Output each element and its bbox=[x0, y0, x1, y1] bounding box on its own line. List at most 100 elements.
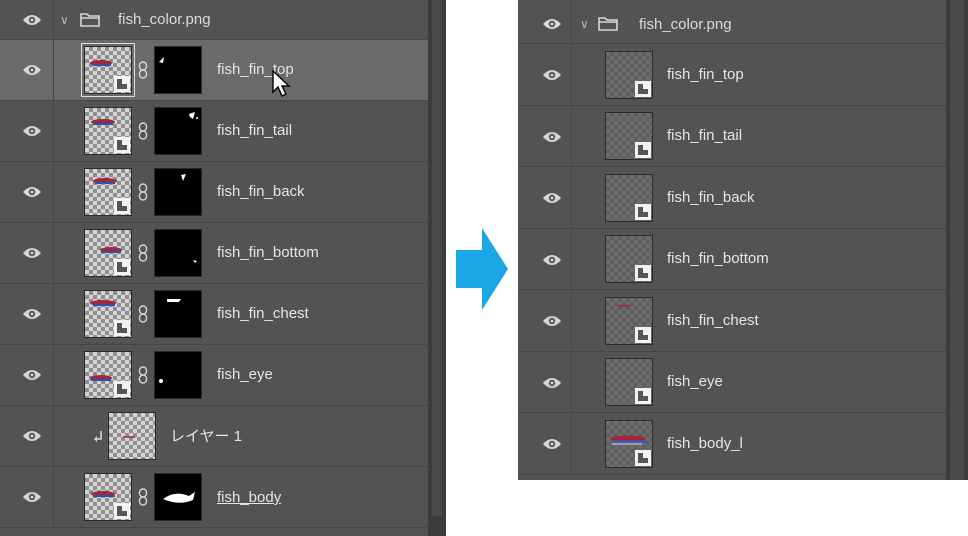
row-divider bbox=[53, 40, 54, 100]
layer-thumbnail[interactable] bbox=[84, 290, 132, 338]
layer-name[interactable]: fish_fin_bottom bbox=[667, 250, 769, 268]
layer-mask-thumbnail[interactable] bbox=[154, 168, 202, 216]
chain-link-icon[interactable] bbox=[138, 122, 148, 140]
layer-row-fish-fin-back[interactable]: fish_fin_back bbox=[518, 167, 946, 229]
layer-thumbnail[interactable] bbox=[84, 473, 132, 521]
eye-icon[interactable] bbox=[22, 63, 42, 77]
scrollbar-thumb[interactable] bbox=[950, 0, 964, 480]
layer-name[interactable]: fish_fin_back bbox=[217, 183, 305, 201]
row-divider bbox=[571, 352, 572, 412]
layer-group-row[interactable]: ∨ fish_color.png bbox=[0, 0, 428, 40]
layer-row-fish-eye[interactable]: fish_eye bbox=[0, 345, 428, 406]
chevron-down-icon[interactable]: ∨ bbox=[60, 14, 69, 26]
layer-row-fish-fin-chest[interactable]: fish_fin_chest bbox=[0, 284, 428, 345]
row-divider bbox=[571, 44, 572, 105]
eye-icon[interactable] bbox=[542, 253, 562, 267]
eye-icon[interactable] bbox=[22, 490, 42, 504]
row-divider bbox=[53, 406, 54, 466]
row-divider bbox=[571, 413, 572, 474]
smart-object-badge-icon bbox=[635, 265, 651, 281]
layer-thumbnail[interactable] bbox=[605, 112, 653, 160]
right-arrow-icon bbox=[456, 228, 508, 310]
eye-icon[interactable] bbox=[22, 429, 42, 443]
row-divider bbox=[571, 0, 572, 43]
smart-object-badge-icon bbox=[114, 503, 130, 519]
layer-thumbnail[interactable] bbox=[605, 174, 653, 222]
layer-mask-thumbnail[interactable] bbox=[154, 107, 202, 155]
layer-row-fish-fin-chest[interactable]: fish_fin_chest bbox=[518, 290, 946, 352]
layer-thumbnail[interactable] bbox=[84, 351, 132, 399]
smart-object-badge-icon bbox=[635, 81, 651, 97]
eye-icon[interactable] bbox=[22, 124, 42, 138]
layer-mask-thumbnail[interactable] bbox=[154, 46, 202, 94]
eye-icon[interactable] bbox=[22, 307, 42, 321]
layer-row-fish-body[interactable]: fish_body bbox=[0, 467, 428, 528]
layer-name[interactable]: fish_fin_bottom bbox=[217, 244, 319, 262]
layer-name[interactable]: fish_body bbox=[217, 489, 281, 507]
layer-row-fish-fin-back[interactable]: fish_fin_back bbox=[0, 162, 428, 223]
layer-row-layer-1[interactable]: レイヤー 1 bbox=[0, 406, 428, 467]
layer-thumbnail[interactable] bbox=[84, 107, 132, 155]
layer-thumbnail[interactable] bbox=[605, 51, 653, 99]
eye-icon[interactable] bbox=[542, 437, 562, 451]
chevron-down-icon[interactable]: ∨ bbox=[580, 18, 589, 30]
layer-name[interactable]: fish_eye bbox=[217, 366, 273, 384]
chain-link-icon[interactable] bbox=[138, 305, 148, 323]
layer-row-fish-eye[interactable]: fish_eye bbox=[518, 352, 946, 413]
layer-row-fish-fin-top[interactable]: fish_fin_top bbox=[518, 44, 946, 106]
eye-icon[interactable] bbox=[22, 246, 42, 260]
layer-mask-thumbnail[interactable] bbox=[154, 229, 202, 277]
row-divider bbox=[53, 101, 54, 161]
eye-icon[interactable] bbox=[22, 185, 42, 199]
smart-object-badge-icon bbox=[114, 381, 130, 397]
layer-mask-thumbnail[interactable] bbox=[154, 473, 202, 521]
layer-name[interactable]: fish_eye bbox=[667, 373, 723, 391]
smart-object-badge-icon bbox=[114, 259, 130, 275]
layer-row-fish-fin-tail[interactable]: fish_fin_tail bbox=[0, 101, 428, 162]
layer-name[interactable]: fish_fin_tail bbox=[217, 122, 292, 140]
layer-name[interactable]: fish_body_l bbox=[667, 435, 743, 453]
layer-thumbnail[interactable] bbox=[84, 229, 132, 277]
layer-name[interactable]: fish_fin_back bbox=[667, 189, 755, 207]
smart-object-badge-icon bbox=[114, 137, 130, 153]
layer-row-fish-body-l[interactable]: fish_body_l bbox=[518, 413, 946, 475]
layer-thumbnail[interactable] bbox=[108, 412, 156, 460]
layer-thumbnail[interactable] bbox=[81, 43, 135, 97]
layer-name[interactable]: fish_fin_tail bbox=[667, 127, 742, 145]
layer-row-fish-fin-tail[interactable]: fish_fin_tail bbox=[518, 106, 946, 167]
eye-icon[interactable] bbox=[542, 68, 562, 82]
layer-group-row[interactable]: ∨ fish_color.png bbox=[518, 0, 946, 44]
smart-object-badge-icon bbox=[635, 388, 651, 404]
row-divider bbox=[53, 223, 54, 283]
eye-icon[interactable] bbox=[542, 314, 562, 328]
layer-row-fish-fin-bottom[interactable]: fish_fin_bottom bbox=[0, 223, 428, 284]
eye-icon[interactable] bbox=[542, 191, 562, 205]
scrollbar[interactable] bbox=[946, 0, 968, 480]
eye-icon[interactable] bbox=[542, 130, 562, 144]
layer-name[interactable]: fish_fin_top bbox=[667, 66, 744, 84]
scrollbar-thumb[interactable] bbox=[432, 0, 442, 516]
layer-mask-thumbnail[interactable] bbox=[154, 290, 202, 338]
layer-thumbnail[interactable] bbox=[605, 358, 653, 406]
layer-mask-thumbnail[interactable] bbox=[154, 351, 202, 399]
layer-row-fish-fin-top[interactable]: fish_fin_top bbox=[0, 40, 428, 101]
layer-thumbnail[interactable] bbox=[605, 235, 653, 283]
eye-icon[interactable] bbox=[22, 368, 42, 382]
chain-link-icon[interactable] bbox=[138, 244, 148, 262]
scrollbar[interactable] bbox=[428, 0, 446, 536]
row-divider bbox=[53, 467, 54, 527]
eye-icon[interactable] bbox=[542, 376, 562, 390]
eye-icon[interactable] bbox=[22, 13, 42, 27]
layer-name[interactable]: fish_fin_chest bbox=[667, 312, 759, 330]
chain-link-icon[interactable] bbox=[138, 61, 148, 79]
layer-row-fish-fin-bottom[interactable]: fish_fin_bottom bbox=[518, 229, 946, 290]
layer-name[interactable]: レイヤー 1 bbox=[170, 428, 242, 446]
chain-link-icon[interactable] bbox=[138, 183, 148, 201]
chain-link-icon[interactable] bbox=[138, 366, 148, 384]
eye-icon[interactable] bbox=[542, 17, 562, 31]
layer-thumbnail[interactable] bbox=[605, 297, 653, 345]
chain-link-icon[interactable] bbox=[138, 488, 148, 506]
layer-thumbnail[interactable] bbox=[605, 420, 653, 468]
layer-name[interactable]: fish_fin_chest bbox=[217, 305, 309, 323]
layer-thumbnail[interactable] bbox=[84, 168, 132, 216]
